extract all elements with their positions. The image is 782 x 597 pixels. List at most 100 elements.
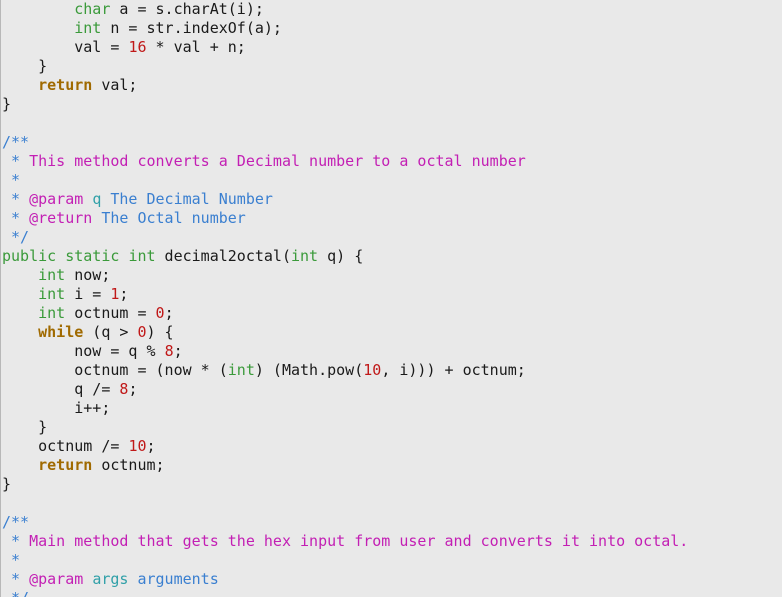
code-line: * — [2, 551, 688, 570]
code-line: */ — [2, 589, 688, 597]
code-token-comment: * — [2, 152, 30, 170]
code-token-plain: now = q % — [2, 342, 165, 360]
code-token-doc-param: q — [92, 190, 102, 208]
code-line: * This method converts a Decimal number … — [2, 152, 688, 171]
code-line: q /= 8; — [2, 380, 688, 399]
code-token-comment: * — [2, 171, 21, 189]
code-token-number: 16 — [128, 38, 147, 56]
code-token-type: int — [38, 266, 66, 284]
code-line: public static int decimal2octal(int q) { — [2, 247, 688, 266]
code-line: return octnum; — [2, 456, 688, 475]
code-token-number: 0 — [137, 323, 147, 341]
code-line: now = q % 8; — [2, 342, 688, 361]
code-token-plain: q) { — [318, 247, 364, 265]
code-token-plain: val = — [2, 38, 129, 56]
code-editor[interactable]: char a = s.charAt(i); int n = str.indexO… — [0, 0, 782, 597]
code-token-plain: octnum; — [92, 456, 165, 474]
code-line: octnum /= 10; — [2, 437, 688, 456]
code-token-doc-tag: @param — [29, 570, 84, 588]
code-token-comment — [83, 570, 92, 588]
code-token-doc-text: Main method that gets the hex input from… — [29, 532, 689, 550]
code-token-plain: q /= — [2, 380, 120, 398]
code-line: int octnum = 0; — [2, 304, 688, 323]
code-token-plain: ; — [164, 304, 174, 322]
code-token-comment: /** — [2, 513, 30, 531]
code-line: char a = s.charAt(i); — [2, 0, 688, 19]
code-token-type: char — [74, 0, 111, 18]
code-line: octnum = (now * (int) (Math.pow(10, i)))… — [2, 361, 688, 380]
code-token-plain: ; — [146, 437, 156, 455]
code-token-plain: ) (Math.pow( — [254, 361, 364, 379]
code-token-plain: , i))) + octnum; — [381, 361, 526, 379]
code-token-comment: * — [2, 570, 30, 588]
code-token-plain: a = s.charAt(i); — [110, 0, 264, 18]
code-line: /** — [2, 513, 688, 532]
code-token-doc-text: This method converts a Decimal number to… — [29, 152, 526, 170]
code-token-comment: */ — [2, 589, 29, 597]
code-token-doc-param: args — [92, 570, 129, 588]
code-line: } — [2, 57, 688, 76]
code-line: * @param args arguments — [2, 570, 688, 589]
code-token-plain: } — [2, 475, 12, 493]
code-token-plain: } — [2, 418, 48, 436]
code-line: int n = str.indexOf(a); — [2, 19, 688, 38]
code-token-doc-desc: The Decimal Number — [101, 190, 273, 208]
code-token-keyword: return — [38, 76, 93, 94]
code-token-type: int — [38, 285, 66, 303]
code-token-plain: } — [2, 95, 12, 113]
code-line: } — [2, 475, 688, 494]
code-token-doc-tag: @param — [29, 190, 84, 208]
code-token-plain: octnum = (now * ( — [2, 361, 228, 379]
code-token-comment: * — [2, 532, 30, 550]
code-token-type: int — [128, 247, 156, 265]
code-token-plain: decimal2octal( — [155, 247, 291, 265]
code-token-plain: ) { — [146, 323, 174, 341]
code-token-doc-desc: arguments — [128, 570, 219, 588]
code-token-plain: ; — [119, 285, 129, 303]
code-token-plain: octnum = — [65, 304, 156, 322]
code-line: /** — [2, 133, 688, 152]
code-token-type: public — [2, 247, 57, 265]
code-line: int now; — [2, 266, 688, 285]
code-line: } — [2, 95, 688, 114]
code-line: return val; — [2, 76, 688, 95]
code-token-plain: } — [2, 57, 48, 75]
code-line: * @return The Octal number — [2, 209, 688, 228]
code-token-plain: now; — [65, 266, 111, 284]
code-token-keyword: return — [38, 456, 93, 474]
code-token-plain: octnum /= — [2, 437, 129, 455]
code-token-plain: ; — [173, 342, 183, 360]
code-token-comment — [83, 190, 92, 208]
code-line: i++; — [2, 399, 688, 418]
code-token-plain: n = str.indexOf(a); — [101, 19, 282, 37]
code-token-type: int — [74, 19, 102, 37]
code-token-number: 8 — [164, 342, 174, 360]
code-token-number: 10 — [363, 361, 382, 379]
code-token-plain: ; — [128, 380, 138, 398]
code-line: */ — [2, 228, 688, 247]
code-token-type: int — [291, 247, 319, 265]
code-line: int i = 1; — [2, 285, 688, 304]
code-line: } — [2, 418, 688, 437]
code-text-area[interactable]: char a = s.charAt(i); int n = str.indexO… — [2, 0, 688, 597]
code-token-comment: /** — [2, 133, 30, 151]
code-line: * @param q The Decimal Number — [2, 190, 688, 209]
code-token-plain: (q > — [83, 323, 138, 341]
code-token-plain: val; — [92, 76, 138, 94]
code-token-comment: * — [2, 190, 30, 208]
code-line: * — [2, 171, 688, 190]
code-token-doc-desc: The Octal number — [92, 209, 246, 227]
code-token-comment: */ — [2, 228, 30, 246]
code-token-type: int — [227, 361, 255, 379]
code-token-type: int — [38, 304, 66, 322]
